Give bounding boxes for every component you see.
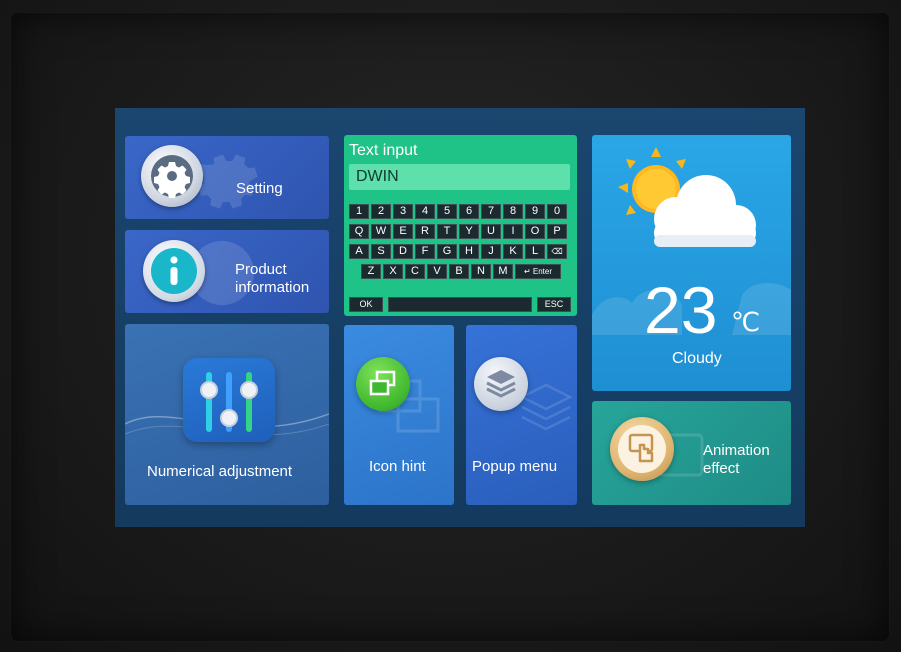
touch-screen-icon bbox=[610, 417, 674, 481]
hmi-screen: Setting Product information Numerical ad… bbox=[115, 108, 805, 527]
key-r[interactable]: R bbox=[415, 224, 435, 239]
key-2[interactable]: 2 bbox=[371, 204, 391, 219]
layers-icon bbox=[474, 357, 528, 411]
key-x[interactable]: X bbox=[383, 264, 403, 279]
animation-label-line1: Animation bbox=[703, 442, 770, 459]
key-y[interactable]: Y bbox=[459, 224, 479, 239]
sliders-icon bbox=[183, 358, 275, 442]
key-p[interactable]: P bbox=[547, 224, 567, 239]
key-4[interactable]: 4 bbox=[415, 204, 435, 219]
key-e[interactable]: E bbox=[393, 224, 413, 239]
key-u[interactable]: U bbox=[481, 224, 501, 239]
key-6[interactable]: 6 bbox=[459, 204, 479, 219]
key-3[interactable]: 3 bbox=[393, 204, 413, 219]
key-9[interactable]: 9 bbox=[525, 204, 545, 219]
key-t[interactable]: T bbox=[437, 224, 457, 239]
key-5[interactable]: 5 bbox=[437, 204, 457, 219]
key-m[interactable]: M bbox=[493, 264, 513, 279]
key-o[interactable]: O bbox=[525, 224, 545, 239]
space-key[interactable] bbox=[388, 297, 532, 312]
keyboard-row: Z X C V B N M ↵ Enter bbox=[344, 264, 577, 279]
key-enter[interactable]: ↵ Enter bbox=[515, 264, 561, 279]
gear-icon bbox=[141, 145, 203, 207]
product-label-line1: Product bbox=[235, 261, 287, 278]
windows-icon bbox=[356, 357, 410, 411]
key-z[interactable]: Z bbox=[361, 264, 381, 279]
keyboard-row: 1234567890 bbox=[344, 204, 577, 219]
key-1[interactable]: 1 bbox=[349, 204, 369, 219]
key-w[interactable]: W bbox=[371, 224, 391, 239]
key-a[interactable]: A bbox=[349, 244, 369, 259]
text-input-title: Text input bbox=[349, 142, 418, 159]
keyboard-row: QWERTYUIOP bbox=[344, 224, 577, 239]
product-information-tile[interactable]: Product information bbox=[125, 230, 329, 313]
key-s[interactable]: S bbox=[371, 244, 391, 259]
animation-label-line2: effect bbox=[703, 460, 740, 477]
key-j[interactable]: J bbox=[481, 244, 501, 259]
temperature-unit: ℃ bbox=[731, 307, 761, 337]
animation-effect-tile[interactable]: Animation effect bbox=[592, 401, 791, 505]
setting-label: Setting bbox=[236, 180, 283, 197]
popup-menu-label: Popup menu bbox=[472, 458, 558, 475]
setting-tile[interactable]: Setting bbox=[125, 136, 329, 219]
numerical-adjustment-label: Numerical adjustment bbox=[147, 463, 293, 480]
key-q[interactable]: Q bbox=[349, 224, 369, 239]
text-input-tile: Text input DWIN 1234567890QWERTYUIOPASDF… bbox=[344, 135, 577, 316]
ok-key[interactable]: OK bbox=[349, 297, 383, 312]
text-input-value: DWIN bbox=[356, 168, 399, 185]
weather-condition: Cloudy bbox=[672, 350, 722, 367]
popup-menu-tile[interactable]: Popup menu bbox=[466, 325, 577, 505]
key-n[interactable]: N bbox=[471, 264, 491, 279]
partly-cloudy-icon bbox=[618, 147, 756, 247]
key-g[interactable]: G bbox=[437, 244, 457, 259]
key-d[interactable]: D bbox=[393, 244, 413, 259]
key-8[interactable]: 8 bbox=[503, 204, 523, 219]
icon-hint-label: Icon hint bbox=[369, 458, 426, 475]
product-label-line2: information bbox=[235, 279, 310, 296]
key-i[interactable]: I bbox=[503, 224, 523, 239]
keyboard-row: A S D F G H J K L ⌫ bbox=[344, 244, 577, 259]
key-k[interactable]: K bbox=[503, 244, 523, 259]
key-b[interactable]: B bbox=[449, 264, 469, 279]
esc-key[interactable]: ESC bbox=[537, 297, 571, 312]
key-7[interactable]: 7 bbox=[481, 204, 501, 219]
key-c[interactable]: C bbox=[405, 264, 425, 279]
key-backspace[interactable]: ⌫ bbox=[547, 244, 567, 259]
key-f[interactable]: F bbox=[415, 244, 435, 259]
temperature-value: 23 bbox=[644, 273, 718, 347]
key-l[interactable]: L bbox=[525, 244, 545, 259]
numerical-adjustment-tile[interactable]: Numerical adjustment bbox=[125, 324, 329, 505]
key-h[interactable]: H bbox=[459, 244, 479, 259]
icon-hint-tile[interactable]: Icon hint bbox=[344, 325, 454, 505]
text-input-field[interactable]: DWIN bbox=[349, 164, 570, 190]
key-0[interactable]: 0 bbox=[547, 204, 567, 219]
key-v[interactable]: V bbox=[427, 264, 447, 279]
info-icon bbox=[143, 240, 205, 302]
weather-tile: 23 ℃ Cloudy bbox=[592, 135, 791, 391]
